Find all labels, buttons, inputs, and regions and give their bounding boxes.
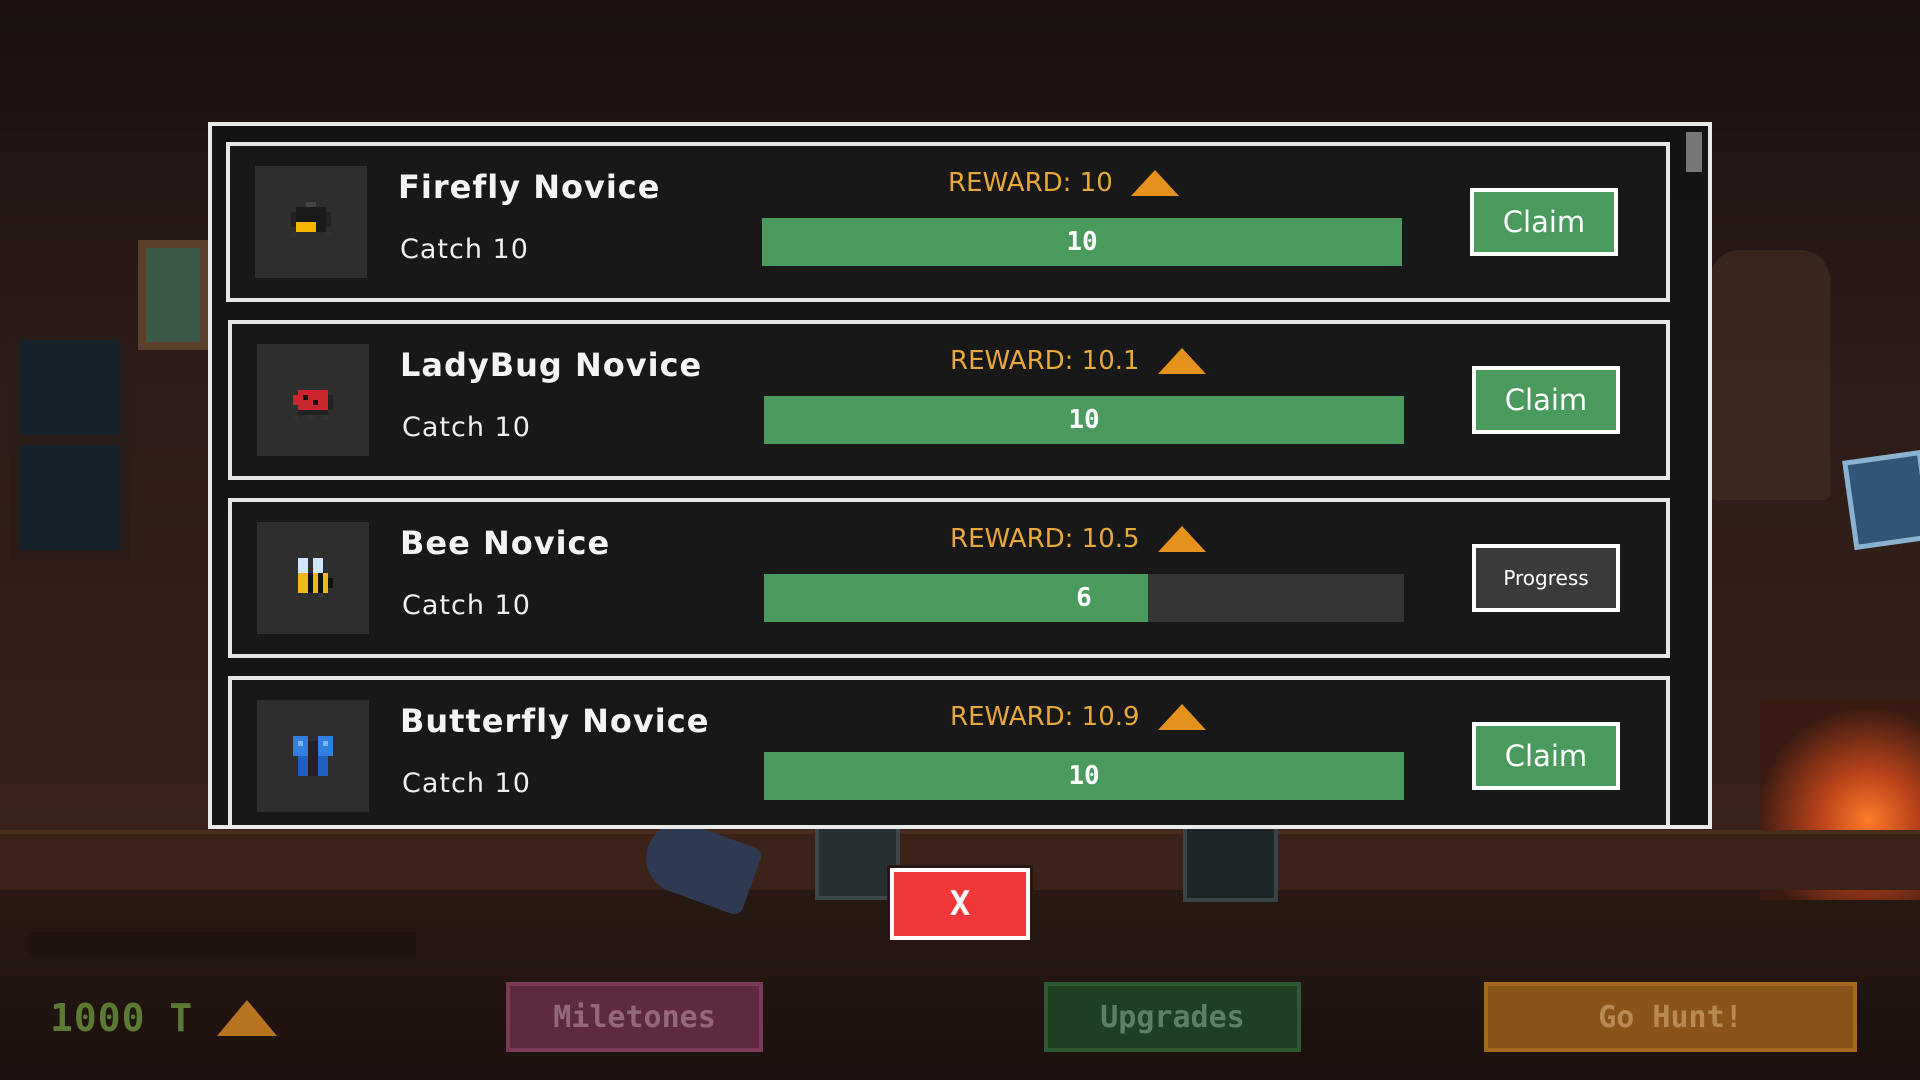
quest-description: Catch 10 [402, 590, 531, 621]
quest-reward: REWARD: 10.1 [950, 346, 1206, 376]
quest-reward: REWARD: 10 [948, 168, 1179, 198]
claim-button[interactable]: Claim [1470, 188, 1618, 256]
resource-pile-icon [1157, 526, 1206, 552]
upgrades-button[interactable]: Upgrades [1044, 982, 1301, 1052]
quest-reward: REWARD: 10.5 [950, 524, 1206, 554]
currency-value: 1000 T [50, 996, 194, 1040]
reward-label: REWARD: 10.5 [950, 524, 1140, 554]
reward-label: REWARD: 10.1 [950, 346, 1140, 376]
quest-title: Bee Novice [400, 524, 611, 562]
progress-value: 6 [1076, 583, 1092, 613]
claim-button[interactable]: Claim [1472, 722, 1620, 790]
progress-bar: 6 [764, 574, 1404, 622]
progress-value: 10 [1066, 227, 1098, 257]
ladybug-icon [257, 344, 369, 456]
scrollbar[interactable] [1686, 132, 1702, 822]
quest-description: Catch 10 [402, 768, 531, 799]
claim-button[interactable]: Claim [1472, 366, 1620, 434]
close-button[interactable]: X [887, 865, 1033, 943]
quest-card: Bee Novice Catch 10 REWARD: 10.5 6 Progr… [228, 498, 1670, 658]
resource-pile-icon [217, 1000, 278, 1036]
progress-bar: 10 [764, 752, 1404, 800]
progress-button[interactable]: Progress [1472, 544, 1620, 612]
progress-bar: 10 [762, 218, 1402, 266]
background-sign [1842, 449, 1920, 551]
quest-description: Catch 10 [402, 412, 531, 443]
currency-display: 1000 T [50, 996, 278, 1040]
quest-card: LadyBug Novice Catch 10 REWARD: 10.1 10 … [228, 320, 1670, 480]
background-bug-jar [815, 825, 900, 900]
progress-value: 10 [1068, 761, 1100, 791]
resource-pile-icon [1130, 170, 1179, 196]
background-window-divider [10, 435, 130, 445]
quest-description: Catch 10 [400, 234, 529, 265]
progress-value: 10 [1068, 405, 1100, 435]
background-window [10, 330, 130, 560]
reward-label: REWARD: 10 [948, 168, 1113, 198]
background-bar [28, 932, 416, 956]
progress-bar: 10 [764, 396, 1404, 444]
quest-title: LadyBug Novice [400, 346, 703, 384]
background-character [1710, 250, 1830, 500]
resource-pile-icon [1157, 348, 1206, 374]
milestones-button[interactable]: Miletones [506, 982, 763, 1052]
resource-pile-icon [1157, 704, 1206, 730]
quest-list: Firefly Novice Catch 10 REWARD: 10 10 Cl… [226, 142, 1670, 825]
reward-label: REWARD: 10.9 [950, 702, 1140, 732]
go-hunt-button[interactable]: Go Hunt! [1484, 982, 1857, 1052]
firefly-icon [255, 166, 367, 278]
quest-card: Firefly Novice Catch 10 REWARD: 10 10 Cl… [226, 142, 1670, 302]
background-picture-frame [138, 240, 208, 350]
butterfly-icon [257, 700, 369, 812]
milestones-dialog: Firefly Novice Catch 10 REWARD: 10 10 Cl… [208, 122, 1712, 829]
quest-title: Firefly Novice [398, 168, 661, 206]
bee-icon [257, 522, 369, 634]
background-bug-jar [1183, 822, 1278, 902]
quest-card: Butterfly Novice Catch 10 REWARD: 10.9 1… [228, 676, 1670, 825]
quest-reward: REWARD: 10.9 [950, 702, 1206, 732]
quest-title: Butterfly Novice [400, 702, 710, 740]
scrollbar-thumb[interactable] [1686, 132, 1702, 172]
